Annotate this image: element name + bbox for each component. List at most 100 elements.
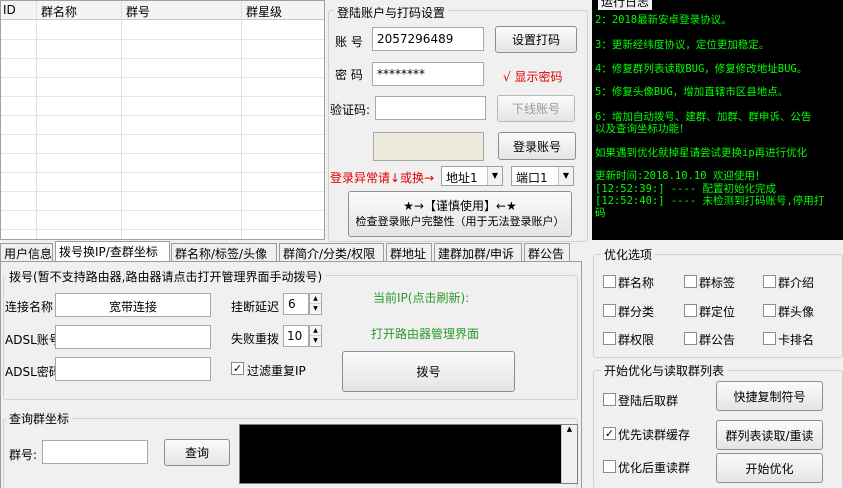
option-checkbox[interactable] <box>763 304 776 317</box>
address-select[interactable]: 地址1 ▼ <box>441 166 503 186</box>
chevron-down-icon: ▼ <box>558 167 573 185</box>
password-input[interactable]: ******** <box>372 62 484 86</box>
retry-stepper[interactable]: ▲ ▼ <box>309 325 322 347</box>
disconnect-delay-label: 挂断延迟 <box>231 300 280 314</box>
log-line: 码 <box>595 207 606 219</box>
captcha-label: 验证码: <box>330 103 371 117</box>
row-divider <box>1 96 324 97</box>
show-password-toggle[interactable]: √ 显示密码 <box>503 68 562 85</box>
option-checkbox[interactable] <box>684 304 697 317</box>
start-optimize-button[interactable]: 开始优化 <box>716 453 823 483</box>
port-select-value: 端口1 <box>516 171 548 185</box>
tab-dial-query[interactable]: 拨号换IP/查群坐标 <box>55 241 170 262</box>
row-divider <box>1 191 324 192</box>
arrow-up-icon[interactable]: ▲ <box>562 425 577 433</box>
row-divider <box>1 77 324 78</box>
password-label: 密 码 <box>335 68 363 82</box>
arrow-down-icon[interactable]: ▼ <box>310 336 321 346</box>
option-checkbox[interactable] <box>763 275 776 288</box>
log-line: 3：更新经纬度协议，定位更加稳定。 <box>595 39 770 51</box>
run-log-panel[interactable]: 2：2018最新安卓登录协议。 3：更新经纬度协议，定位更加稳定。 4：修复群列… <box>592 0 843 240</box>
connection-name-input[interactable]: 宽带连接 <box>55 293 211 317</box>
tab-create-join[interactable]: 建群加群/申诉 <box>434 243 522 262</box>
check-button-line2: 检查登录账户完整性（用于无法登录账户） <box>355 215 565 228</box>
option-label: 群介绍 <box>778 276 815 290</box>
adsl-account-input[interactable] <box>55 325 211 349</box>
captcha-input[interactable] <box>375 96 486 120</box>
arrow-up-icon[interactable]: ▲ <box>310 326 321 336</box>
read-cache-label: 优先读群缓存 <box>618 428 691 442</box>
open-router-link[interactable]: 打开路由器管理界面 <box>371 325 479 342</box>
tab-announcement[interactable]: 群公告 <box>524 243 570 262</box>
arrow-up-icon[interactable]: ▲ <box>310 294 321 304</box>
option-label: 群公告 <box>699 333 736 347</box>
check-button-line1: ★→【谨慎使用】←★ <box>403 199 517 213</box>
check-account-button[interactable]: ★→【谨慎使用】←★ 检查登录账户完整性（用于无法登录账户） <box>348 191 572 237</box>
retry-input[interactable]: 10 <box>283 325 309 347</box>
log-line: [12:52:40:] ---- 未检测到打码账号,停用打 <box>595 195 825 207</box>
option-label: 群分类 <box>618 305 655 319</box>
logout-account-button[interactable]: 下线账号 <box>497 95 575 122</box>
set-captcha-button[interactable]: 设置打码 <box>495 26 577 53</box>
quick-copy-button[interactable]: 快捷复制符号 <box>716 381 823 411</box>
row-divider <box>1 39 324 40</box>
table-header: ID 群名称 群号 群星级 <box>1 1 324 20</box>
col-group-number[interactable]: 群号 <box>126 3 150 20</box>
after-login-checkbox[interactable] <box>603 393 616 406</box>
query-groupbox-title: 查询群坐标 <box>6 410 73 427</box>
option-label: 卡排名 <box>778 333 815 347</box>
adsl-password-label: ADSL密码 <box>5 365 61 379</box>
group-list-table[interactable]: ID 群名称 群号 群星级 <box>0 0 325 240</box>
col-divider <box>121 1 122 239</box>
group-number-label: 群号: <box>9 448 38 462</box>
query-result-box[interactable]: ▲ <box>239 424 578 484</box>
login-account-button[interactable]: 登录账号 <box>498 132 576 160</box>
option-checkbox[interactable] <box>603 304 616 317</box>
tab-intro-category[interactable]: 群简介/分类/权限 <box>279 243 384 262</box>
option-label: 群定位 <box>699 305 736 319</box>
log-line: 如果遇到优化就掉星请尝试更换ip再进行优化 <box>595 147 808 159</box>
disconnect-delay-stepper[interactable]: ▲ ▼ <box>309 293 322 315</box>
row-divider <box>1 134 324 135</box>
log-line: 2：2018最新安卓登录协议。 <box>595 14 732 26</box>
read-cache-checkbox[interactable]: ✓ <box>603 427 616 440</box>
col-id[interactable]: ID <box>3 3 16 17</box>
reread-after-label: 优化后重读群 <box>618 461 691 475</box>
option-checkbox[interactable] <box>603 332 616 345</box>
log-title: 运行日志 <box>598 0 653 10</box>
tab-name-tag-avatar[interactable]: 群名称/标签/头像 <box>171 243 277 262</box>
log-line: 4：修复群列表读取BUG，修复修改地址BUG。 <box>595 63 808 75</box>
reread-after-checkbox[interactable] <box>603 460 616 473</box>
option-checkbox[interactable] <box>763 332 776 345</box>
col-group-stars[interactable]: 群星级 <box>246 3 282 20</box>
row-divider <box>1 115 324 116</box>
tab-group-address[interactable]: 群地址 <box>386 243 432 262</box>
port-select[interactable]: 端口1 ▼ <box>511 166 574 186</box>
disconnect-delay-input[interactable]: 6 <box>283 293 309 315</box>
option-checkbox[interactable] <box>684 275 697 288</box>
tab-user-info[interactable]: 用户信息 <box>0 243 53 262</box>
log-line: 以及查询坐标功能！ <box>595 123 690 135</box>
option-checkbox[interactable] <box>684 332 697 345</box>
option-checkbox[interactable] <box>603 275 616 288</box>
login-abnormal-label: 登录异常请↓或换→ <box>330 171 435 185</box>
read-group-list-button[interactable]: 群列表读取/重读 <box>716 420 823 450</box>
connection-name-label: 连接名称 <box>5 300 54 314</box>
col-group-name[interactable]: 群名称 <box>41 3 77 20</box>
account-label: 账 号 <box>335 35 363 49</box>
adsl-password-input[interactable] <box>55 357 211 381</box>
row-divider <box>1 58 324 59</box>
dial-button[interactable]: 拨号 <box>342 351 515 392</box>
arrow-down-icon[interactable]: ▼ <box>310 304 321 314</box>
login-groupbox-title: 登陆账户与打码设置 <box>334 4 449 21</box>
account-input[interactable]: 2057296489 <box>372 27 484 51</box>
captcha-image <box>373 132 484 161</box>
scrollbar[interactable]: ▲ <box>561 425 577 483</box>
row-divider <box>1 153 324 154</box>
filter-ip-checkbox[interactable]: ✓ <box>231 362 244 375</box>
retry-label: 失败重拨 <box>231 332 280 346</box>
current-ip-link[interactable]: 当前IP(点击刷新): <box>373 289 469 306</box>
group-number-input[interactable] <box>42 440 148 464</box>
option-label: 群名称 <box>618 276 655 290</box>
query-button[interactable]: 查询 <box>164 439 230 466</box>
